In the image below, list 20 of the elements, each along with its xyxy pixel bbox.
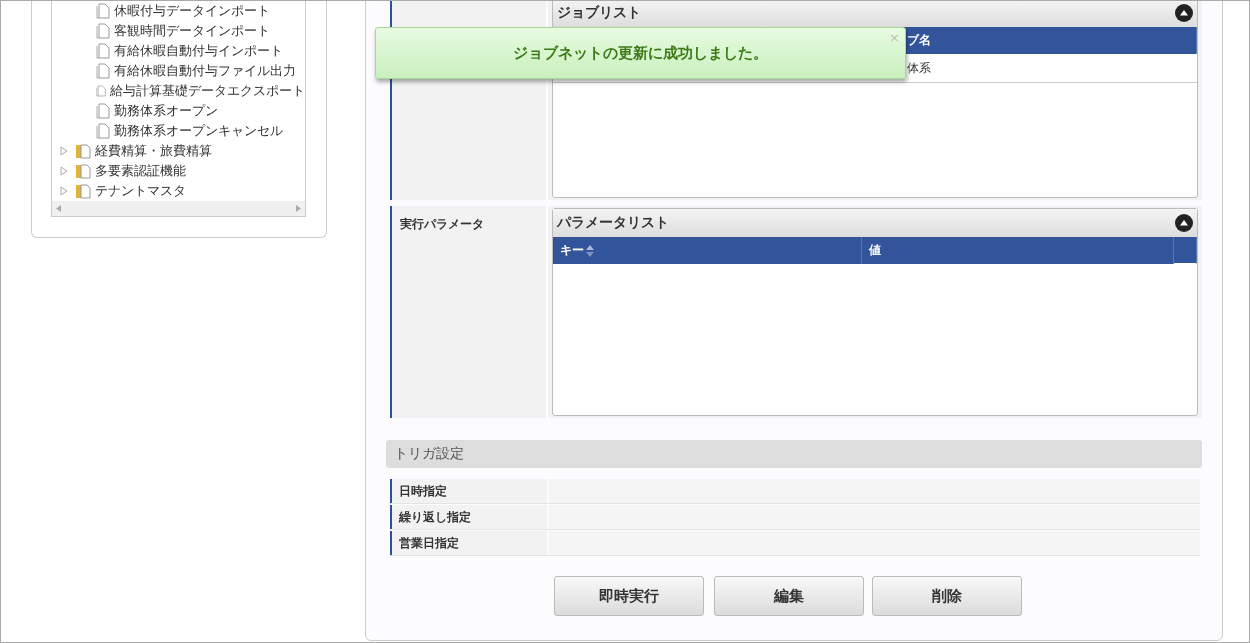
tree-item-label: 給与計算基礎データエクスポート xyxy=(110,82,305,100)
panel-title: ジョブリスト xyxy=(557,4,641,22)
tree-item-label: 有給休暇自動付与ファイル出力 xyxy=(114,62,296,80)
tree-item-label: 多要素認証機能 xyxy=(95,162,186,180)
column-title: キー xyxy=(560,242,584,259)
field-label: 日時指定 xyxy=(390,479,547,503)
field-label: 営業日指定 xyxy=(390,531,547,555)
field-label: 繰り返し指定 xyxy=(390,505,547,529)
tree-item-label: 勤務体系オープン xyxy=(114,102,218,120)
tree-item-label: 経費精算・旅費精算 xyxy=(95,142,212,160)
tree-item-label: 客観時間データインポート xyxy=(114,22,270,40)
tree-item-label: テナントマスタ xyxy=(95,182,186,200)
toast-message: ジョブネットの更新に成功しました。 xyxy=(513,43,768,63)
tree-item-label: 休暇付与データインポート xyxy=(114,2,270,20)
field-label: 実行パラメータ xyxy=(390,206,546,418)
tree-item-label: 有給休暇自動付与インポート xyxy=(114,42,283,60)
panel-title: パラメータリスト xyxy=(557,214,669,232)
tree-item-label: 勤務体系オープンキャンセル xyxy=(114,122,283,140)
table-cell-text: 体系 xyxy=(906,59,932,77)
section-header: トリガ設定 xyxy=(386,440,1202,468)
